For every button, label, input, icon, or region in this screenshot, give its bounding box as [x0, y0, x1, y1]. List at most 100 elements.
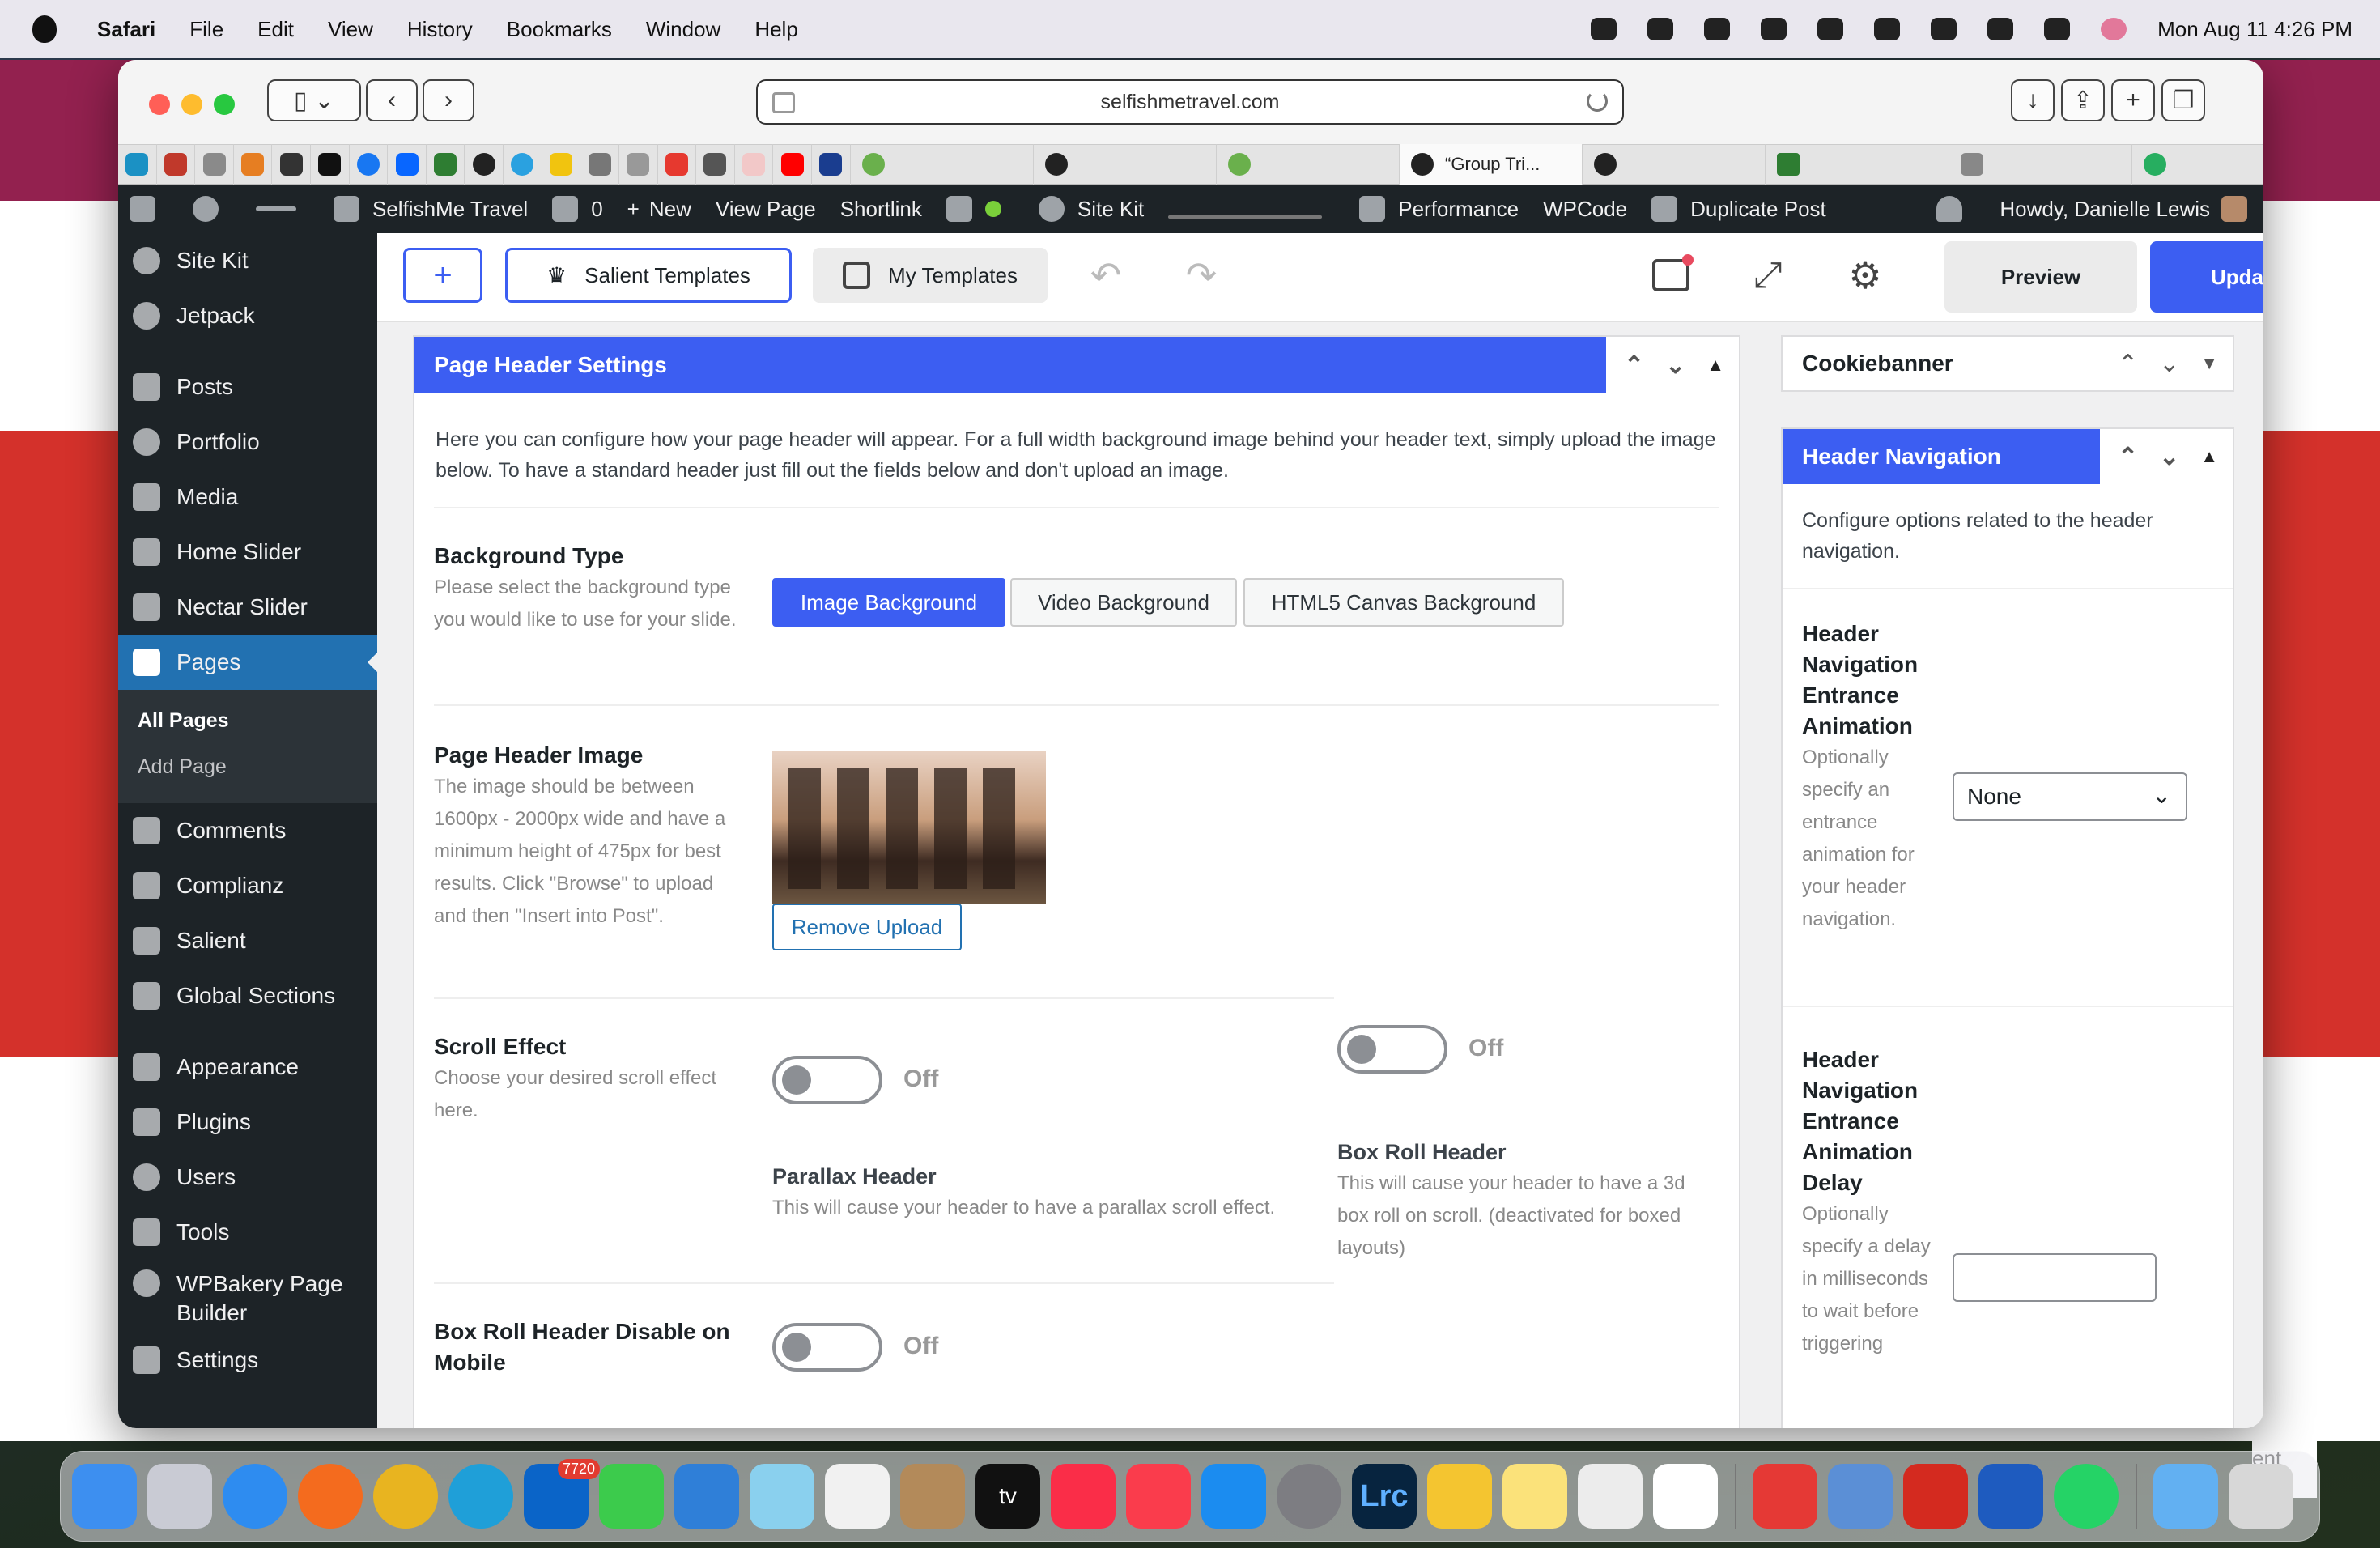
control-center-icon[interactable] — [2044, 18, 2071, 40]
whatsapp-icon[interactable] — [2054, 1464, 2119, 1529]
apple-tv-icon[interactable]: tv — [975, 1464, 1040, 1529]
pinned-tab[interactable] — [658, 144, 697, 185]
preview-button[interactable]: Preview — [1944, 241, 2137, 313]
music-icon[interactable] — [1051, 1464, 1116, 1529]
site-name-link[interactable]: SelfishMe Travel — [334, 196, 528, 222]
video-background-option[interactable]: Video Background — [1010, 578, 1237, 627]
menu-dash-button[interactable] — [256, 206, 309, 211]
sidebar-item-plugins[interactable]: Plugins — [118, 1095, 377, 1150]
expand-toggle-icon[interactable]: ▼ — [2200, 353, 2218, 374]
pinned-tab[interactable] — [388, 144, 427, 185]
view-page-link[interactable]: View Page — [716, 197, 816, 222]
tips-icon[interactable] — [1427, 1464, 1492, 1529]
news-icon[interactable] — [1126, 1464, 1191, 1529]
tab[interactable] — [1766, 144, 1949, 185]
battery-icon[interactable] — [1874, 18, 1901, 40]
lightroom-classic-icon[interactable]: Lrc — [1352, 1464, 1417, 1529]
collapse-toggle-icon[interactable]: ▲ — [1706, 355, 1724, 376]
entrance-delay-input[interactable] — [1953, 1253, 2157, 1302]
move-up-icon[interactable]: ⌃ — [2118, 350, 2138, 378]
pinned-tab[interactable] — [773, 144, 812, 185]
parallax-header-toggle[interactable] — [772, 1056, 882, 1104]
submenu-add-page[interactable]: Add Page — [118, 744, 377, 790]
minimize-window-button[interactable] — [181, 94, 202, 115]
menu-view[interactable]: View — [328, 17, 373, 42]
chrome-icon[interactable] — [373, 1464, 438, 1529]
address-bar[interactable]: selfishmetravel.com — [756, 79, 1624, 125]
wordpress-logo-button[interactable] — [193, 196, 232, 222]
reload-icon[interactable] — [1587, 91, 1608, 112]
move-up-icon[interactable]: ⌃ — [1624, 351, 1644, 380]
preview-app-icon[interactable] — [1828, 1464, 1893, 1529]
fullscreen-button[interactable]: ⤢ — [1737, 248, 1799, 303]
wpcode-link[interactable]: WPCode — [1543, 197, 1627, 222]
spotlight-search-icon[interactable] — [1987, 18, 2014, 40]
menu-help[interactable]: Help — [754, 17, 797, 42]
pinned-tab[interactable] — [118, 144, 157, 185]
messages-icon[interactable] — [599, 1464, 664, 1529]
my-account-link[interactable]: Howdy, Danielle Lewis — [2000, 196, 2247, 222]
flame-icon[interactable] — [1761, 18, 1787, 40]
share-button[interactable]: ⇪ — [2061, 79, 2105, 121]
pinned-tab[interactable] — [311, 144, 350, 185]
tab-active[interactable]: “Group Tri... — [1400, 144, 1583, 185]
sidebar-item-wpbakery[interactable]: WPBakery Page Builder — [118, 1260, 377, 1333]
notes-icon[interactable] — [1502, 1464, 1567, 1529]
outlook-icon[interactable]: 7720 — [524, 1459, 600, 1529]
pinned-tab[interactable] — [234, 144, 273, 185]
sidebar-item-jetpack[interactable]: Jetpack — [118, 288, 377, 343]
flame-app-icon[interactable] — [1653, 1464, 1718, 1529]
header-navigation-title-bar[interactable]: Header Navigation ⌃ ⌄ ▲ — [1783, 429, 2233, 484]
contacts-icon[interactable] — [900, 1464, 965, 1529]
sidebar-item-pages[interactable]: Pages — [118, 635, 377, 690]
wifi-icon[interactable] — [1931, 18, 1957, 40]
pinned-tab[interactable] — [735, 144, 774, 185]
trash-icon[interactable] — [2229, 1464, 2293, 1529]
comments-link[interactable]: 0 — [552, 196, 603, 222]
sidebar-item-home-slider[interactable]: Home Slider — [118, 525, 377, 580]
move-down-icon[interactable]: ⌄ — [1665, 351, 1685, 380]
onedrive-icon[interactable] — [674, 1464, 739, 1529]
new-content-link[interactable]: + New — [627, 197, 691, 222]
page-settings-button[interactable]: ⚙ — [1834, 248, 1896, 303]
pinned-tab[interactable] — [504, 144, 542, 185]
undo-button[interactable]: ↶ — [1075, 248, 1137, 303]
photos-icon[interactable] — [825, 1464, 890, 1529]
page-menu-icon[interactable] — [772, 92, 795, 113]
page-header-settings-title-bar[interactable]: Page Header Settings ⌃ ⌄ ▲ — [414, 337, 1739, 393]
performance-link[interactable]: Performance — [1359, 196, 1519, 222]
textedit-icon[interactable] — [1578, 1464, 1643, 1529]
siri-icon[interactable] — [2101, 18, 2127, 40]
new-tab-button[interactable]: + — [2111, 79, 2155, 121]
yoast-seo-link[interactable] — [946, 196, 1014, 222]
site-kit-link[interactable]: Site Kit — [1038, 196, 1144, 222]
html5-canvas-background-option[interactable]: HTML5 Canvas Background — [1243, 578, 1564, 627]
add-element-button[interactable]: + — [403, 248, 482, 303]
downloads-button[interactable]: ↓ — [2011, 79, 2055, 121]
downloads-folder-icon[interactable] — [2153, 1464, 2218, 1529]
pinned-tab[interactable] — [465, 144, 504, 185]
submenu-all-pages[interactable]: All Pages — [118, 698, 377, 744]
box-roll-mobile-toggle[interactable] — [772, 1323, 882, 1372]
app-status-icon[interactable] — [1817, 18, 1844, 40]
sidebar-item-posts[interactable]: Posts — [118, 359, 377, 415]
pinned-tab[interactable] — [195, 144, 234, 185]
sidebar-item-nectar-slider[interactable]: Nectar Slider — [118, 580, 377, 635]
pinned-tab[interactable] — [272, 144, 312, 185]
menu-bookmarks[interactable]: Bookmarks — [507, 17, 612, 42]
finder-icon[interactable] — [72, 1464, 137, 1529]
pinned-tab[interactable] — [427, 144, 465, 185]
menu-edit[interactable]: Edit — [257, 17, 294, 42]
sidebar-item-users[interactable]: Users — [118, 1150, 377, 1205]
menu-app[interactable]: Safari — [97, 17, 155, 42]
tab[interactable] — [1949, 144, 2132, 185]
collapse-toggle-icon[interactable]: ▲ — [2200, 446, 2218, 467]
sidebar-item-media[interactable]: Media — [118, 470, 377, 525]
safari-icon[interactable] — [223, 1464, 287, 1529]
cloud-icon[interactable] — [1647, 18, 1674, 40]
sidebar-item-global-sections[interactable]: Global Sections — [118, 968, 377, 1023]
tab[interactable] — [2132, 144, 2263, 185]
move-down-icon[interactable]: ⌄ — [2159, 350, 2179, 378]
image-background-option[interactable]: Image Background — [772, 578, 1005, 627]
acrobat-icon[interactable] — [1903, 1464, 1968, 1529]
